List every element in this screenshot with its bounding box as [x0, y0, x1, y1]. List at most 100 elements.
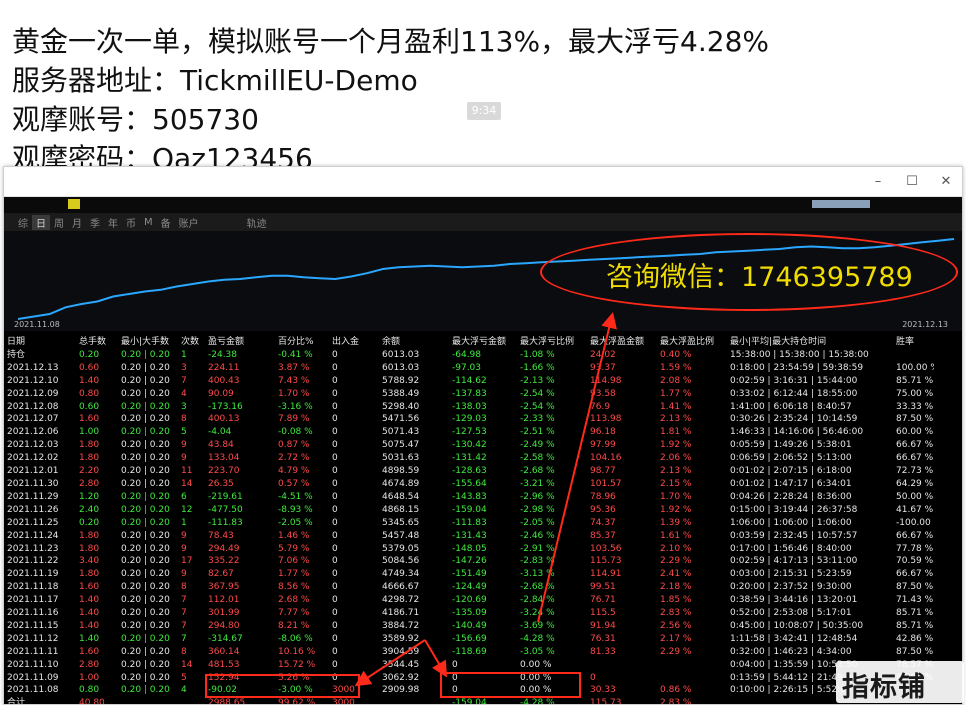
- period-tabs: 综 日 周 月 季 年 币 M 备 账户 轨迹: [4, 213, 962, 231]
- table-row[interactable]: 2021.12.06 1.00 0.20 | 0.20 5 -4.04 -0.08 % 0 5…: [4, 426, 934, 439]
- table-row[interactable]: 持仓 0.20 0.20 | 0.20 1 -24.38 -0.41 % 0 6013.03 -…: [4, 349, 934, 362]
- tab-m[interactable]: M: [140, 217, 157, 228]
- table-row[interactable]: 2021.11.17 1.40 0.20 | 0.20 7 112.01 2.68 % 0 4…: [4, 594, 934, 607]
- table-row[interactable]: 2021.11.19 1.80 0.20 | 0.20 9 82.67 1.77 % 0 47…: [4, 568, 934, 581]
- tab-quarter[interactable]: 季: [86, 215, 104, 230]
- table-cell: 0.86 %: [660, 685, 692, 696]
- column-header[interactable]: 最大浮亏比例: [517, 336, 587, 349]
- column-header[interactable]: 盈亏金额: [205, 336, 275, 349]
- tab-year[interactable]: 年: [104, 215, 122, 230]
- table-cell: -130.42: [452, 440, 487, 451]
- table-cell: -3.05 %: [520, 646, 555, 657]
- table-cell: 2.68 %: [278, 595, 310, 606]
- table-row[interactable]: 2021.11.22 3.40 0.20 | 0.20 17 335.22 7.06 % 0…: [4, 555, 934, 568]
- tab-notes[interactable]: 备: [157, 215, 175, 230]
- table-cell: -118.69: [452, 646, 487, 657]
- table-cell: -131.43: [452, 530, 487, 541]
- server-address: 服务器地址：TickmillEU-Demo: [12, 64, 418, 97]
- table-cell: 0.20 | 0.20: [121, 414, 170, 425]
- table-cell: 2021.11.09: [7, 672, 59, 683]
- tab-week[interactable]: 周: [50, 215, 68, 230]
- column-header[interactable]: 余额: [379, 336, 449, 349]
- minimize-icon[interactable]: –: [868, 172, 888, 192]
- table-row[interactable]: 2021.11.16 1.40 0.20 | 0.20 7 301.99 7.77 % 0 4…: [4, 607, 934, 620]
- table-cell: 1.77 %: [660, 388, 692, 399]
- table-row[interactable]: 2021.11.18 1.60 0.20 | 0.20 8 367.95 8.56 % 0 4…: [4, 581, 934, 594]
- table-row[interactable]: 2021.11.23 1.80 0.20 | 0.20 9 294.49 5.79 % 0 5…: [4, 543, 934, 556]
- table-cell: 0.20 | 0.20: [121, 543, 170, 554]
- table-cell: 6013.03: [382, 349, 420, 360]
- table-cell: 8.56 %: [278, 582, 310, 593]
- tab-month[interactable]: 月: [68, 215, 86, 230]
- table-cell: 103.56: [590, 543, 622, 554]
- column-header[interactable]: 最大浮亏金额: [449, 336, 517, 349]
- column-header[interactable]: 最大浮盈金额: [587, 336, 657, 349]
- maximize-icon[interactable]: ☐: [902, 172, 922, 192]
- close-icon[interactable]: ✕: [936, 172, 956, 192]
- table-cell: 2.18 %: [660, 582, 692, 593]
- tab-account[interactable]: 账户: [175, 215, 203, 230]
- column-header[interactable]: 总手数: [76, 336, 118, 349]
- column-header[interactable]: 胜率: [893, 336, 934, 349]
- table-cell: 1:11:58 | 3:42:41 | 12:48:54: [730, 633, 858, 644]
- table-cell: -3.16 %: [278, 401, 313, 412]
- table-row[interactable]: 2021.11.30 2.80 0.20 | 0.20 14 26.35 0.57 % 0 4…: [4, 478, 934, 491]
- table-cell: 85.37: [590, 530, 616, 541]
- tab-day[interactable]: 日: [32, 214, 50, 230]
- table-row[interactable]: 2021.11.26 2.40 0.20 | 0.20 12 -477.50 -8.93 …: [4, 504, 934, 517]
- table-cell: 400.13: [208, 414, 240, 425]
- column-header[interactable]: 百分比%: [275, 336, 329, 349]
- table-cell: 1.41 %: [660, 401, 692, 412]
- table-row[interactable]: 2021.12.13 0.60 0.20 | 0.20 3 224.11 3.87 % 0 6…: [4, 362, 934, 375]
- strip-marker: [68, 199, 80, 209]
- table-cell: -111.83: [208, 517, 243, 528]
- column-header[interactable]: 次数: [178, 336, 205, 349]
- table-cell: 1.00: [79, 672, 100, 683]
- tab-currency[interactable]: 币: [122, 215, 140, 230]
- table-row[interactable]: 2021.11.15 1.40 0.20 | 0.20 7 294.80 8.21 % 0 3…: [4, 620, 934, 633]
- table-row[interactable]: 2021.11.24 1.80 0.20 | 0.20 9 78.43 1.46 % 0 54…: [4, 530, 934, 543]
- table-cell: -137.83: [452, 388, 487, 399]
- table-row[interactable]: 2021.11.10 2.80 0.20 | 0.20 14 481.53 15.72 %…: [4, 659, 934, 672]
- daily-stats-table: 日期 总手数 最小|大手数 次数 盈亏金额 百分比% 出入金 余额 最大浮亏金额 最大浮亏比例 最大…: [4, 336, 962, 704]
- table-cell: -0.41 %: [278, 349, 313, 360]
- table-row[interactable]: 2021.11.29 1.20 0.20 | 0.20 6 -219.61 -4.51 %…: [4, 491, 934, 504]
- column-header[interactable]: 日期: [4, 336, 76, 349]
- table-cell: -129.03: [452, 414, 487, 425]
- table-cell: 0: [332, 401, 338, 412]
- table-cell: 2021.11.23: [7, 543, 59, 554]
- tab-track[interactable]: 轨迹: [243, 215, 271, 230]
- table-cell: 43.84: [208, 440, 234, 451]
- table-cell: 99.51: [590, 582, 616, 593]
- table-cell: 223.70: [208, 466, 240, 477]
- column-header[interactable]: 出入金: [329, 336, 379, 349]
- table-cell: 5345.65: [382, 517, 420, 528]
- table-row[interactable]: 2021.12.09 0.80 0.20 | 0.20 4 90.09 1.70 % 0 53…: [4, 388, 934, 401]
- table-cell: 0.57 %: [278, 478, 310, 489]
- column-header[interactable]: 最小|平均|最大持仓时间: [727, 336, 893, 349]
- table-cell: 87.50 %: [896, 414, 934, 425]
- table-cell: 0: [332, 388, 338, 399]
- table-cell: 1.40: [79, 633, 100, 644]
- table-cell: 81.33: [590, 646, 616, 657]
- column-header[interactable]: 最小|大手数: [118, 336, 178, 349]
- table-row[interactable]: 2021.11.11 1.60 0.20 | 0.20 8 360.14 10.16 % 0…: [4, 646, 934, 659]
- table-row[interactable]: 2021.12.01 2.20 0.20 | 0.20 11 223.70 4.79 % 0…: [4, 465, 934, 478]
- table-cell: 101.57: [590, 478, 622, 489]
- table-cell: 0:33:02 | 6:12:44 | 18:55:00: [730, 388, 858, 399]
- table-cell: 0:06:59 | 2:06:52 | 5:13:00: [730, 453, 852, 464]
- table-row[interactable]: 2021.12.03 1.80 0.20 | 0.20 9 43.84 0.87 % 0 50…: [4, 439, 934, 452]
- column-header[interactable]: 最大浮盈比例: [657, 336, 727, 349]
- table-row[interactable]: 2021.12.10 1.40 0.20 | 0.20 7 400.43 7.43 % 0 5…: [4, 375, 934, 388]
- table-row[interactable]: 2021.12.02 1.80 0.20 | 0.20 9 133.04 2.72 % 0 5…: [4, 452, 934, 465]
- table-cell: 1.59 %: [660, 362, 692, 373]
- table-row[interactable]: 2021.11.12 1.40 0.20 | 0.20 7 -314.67 -8.06 %…: [4, 633, 934, 646]
- table-row[interactable]: 2021.12.07 1.60 0.20 | 0.20 8 400.13 7.89 % 0 5…: [4, 413, 934, 426]
- total-row[interactable]: 合计 40.80 2988.65 99.62 % 3000 -159.04 -4.28 % 1…: [4, 697, 934, 704]
- table-row[interactable]: 2021.12.08 0.60 0.20 | 0.20 3 -173.16 -3.16 %…: [4, 401, 934, 414]
- table-cell: 7: [181, 633, 187, 644]
- table-cell: 66.67 %: [896, 440, 934, 451]
- table-row[interactable]: 2021.11.25 0.20 0.20 | 0.20 1 -111.83 -2.05 %…: [4, 517, 934, 530]
- table-cell: 2.29 %: [660, 556, 692, 567]
- tab-summary[interactable]: 综: [14, 215, 32, 230]
